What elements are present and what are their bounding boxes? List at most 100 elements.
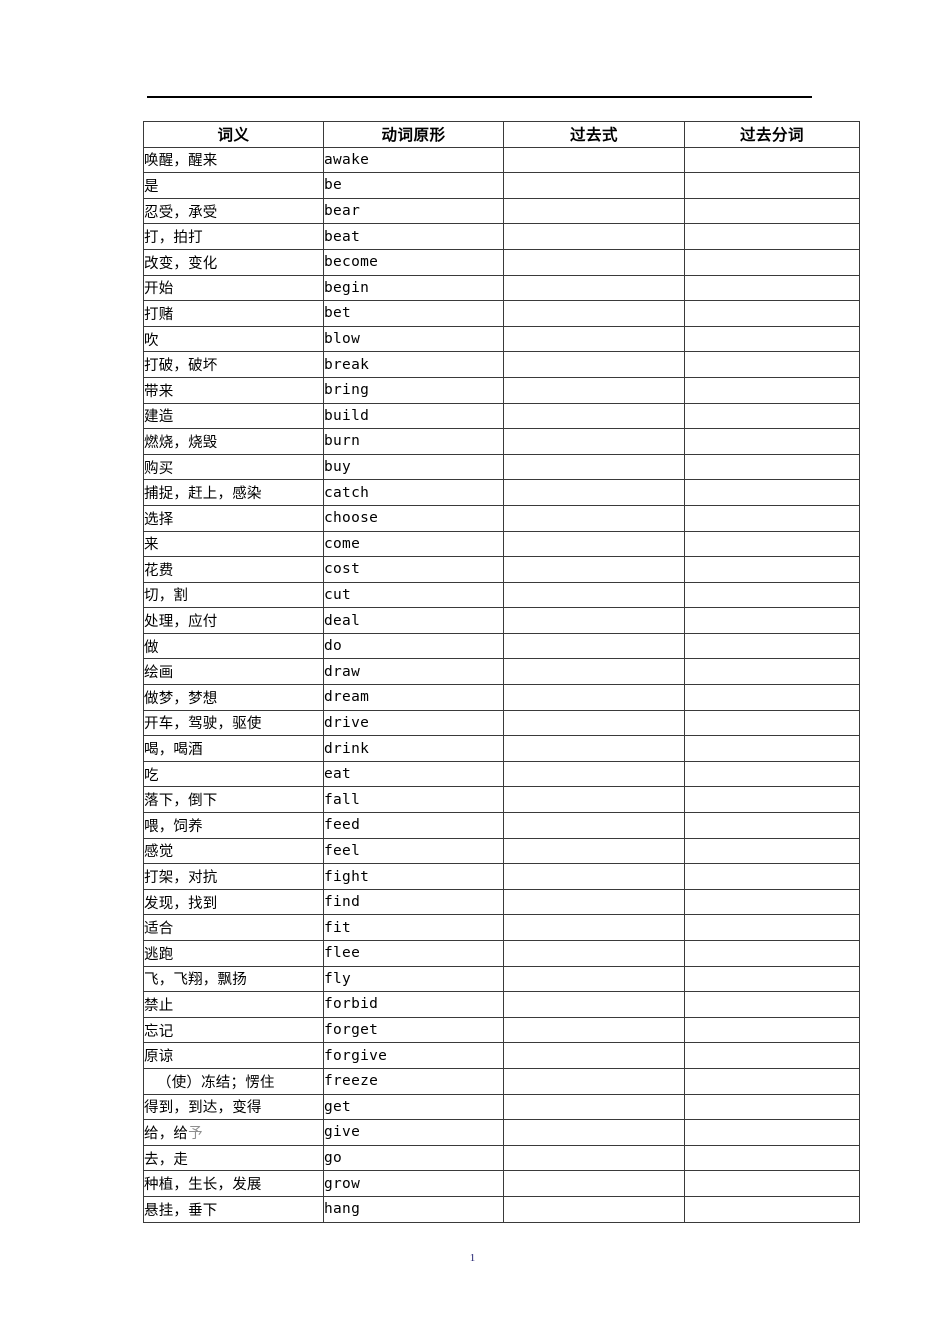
cell-past-participle-blank[interactable] bbox=[684, 991, 860, 1018]
cell-past-tense-blank[interactable] bbox=[503, 1195, 685, 1223]
table-row: 捕捉，赶上，感染 catch bbox=[143, 479, 860, 506]
cell-past-participle-blank[interactable] bbox=[684, 863, 860, 890]
cell-past-tense-blank[interactable] bbox=[503, 248, 685, 276]
cell-past-tense-blank[interactable] bbox=[503, 1170, 685, 1197]
cell-past-tense-blank[interactable] bbox=[503, 376, 685, 404]
cell-past-tense-blank[interactable] bbox=[503, 556, 685, 583]
cell-meaning: 原谅 bbox=[143, 1042, 324, 1069]
cell-past-participle-blank[interactable] bbox=[684, 223, 860, 250]
cell-past-participle-blank[interactable] bbox=[684, 1093, 860, 1121]
cell-past-tense-blank[interactable] bbox=[503, 479, 685, 506]
cell-past-participle-blank[interactable] bbox=[684, 1067, 860, 1095]
cell-past-participle-blank[interactable] bbox=[684, 965, 860, 993]
cell-past-participle-blank[interactable] bbox=[684, 530, 860, 558]
cell-past-tense-blank[interactable] bbox=[503, 1042, 685, 1069]
cell-past-tense-blank[interactable] bbox=[503, 453, 685, 481]
cell-past-participle-blank[interactable] bbox=[684, 1042, 860, 1069]
cell-past-participle-blank[interactable] bbox=[684, 786, 860, 814]
cell-past-tense-blank[interactable] bbox=[503, 709, 685, 737]
cell-past-participle-blank[interactable] bbox=[684, 453, 860, 481]
cell-past-participle-blank[interactable] bbox=[684, 1170, 860, 1197]
cell-past-tense-blank[interactable] bbox=[503, 530, 685, 558]
cell-past-participle-blank[interactable] bbox=[684, 658, 860, 686]
cell-past-tense-blank[interactable] bbox=[503, 812, 685, 839]
cell-past-tense-blank[interactable] bbox=[503, 351, 685, 378]
cell-past-tense-blank[interactable] bbox=[503, 786, 685, 814]
cell-past-tense-blank[interactable] bbox=[503, 402, 685, 430]
cell-past-participle-blank[interactable] bbox=[684, 504, 860, 532]
cell-past-participle-blank[interactable] bbox=[684, 760, 860, 788]
cell-past-tense-blank[interactable] bbox=[503, 581, 685, 609]
cell-past-tense-blank[interactable] bbox=[503, 965, 685, 993]
table-row: 打架，对抗 fight bbox=[143, 863, 860, 890]
table-row: 切，割 cut bbox=[143, 581, 860, 609]
cell-past-tense-blank[interactable] bbox=[503, 1144, 685, 1172]
cell-past-tense-blank[interactable] bbox=[503, 760, 685, 788]
cell-past-tense-blank[interactable] bbox=[503, 607, 685, 634]
cell-past-tense-blank[interactable] bbox=[503, 684, 685, 711]
cell-past-participle-blank[interactable] bbox=[684, 300, 860, 327]
cell-past-participle-blank[interactable] bbox=[684, 684, 860, 711]
cell-past-tense-blank[interactable] bbox=[503, 991, 685, 1018]
cell-past-participle-blank[interactable] bbox=[684, 1144, 860, 1172]
table-row: 花费 cost bbox=[143, 556, 860, 583]
cell-past-tense-blank[interactable] bbox=[503, 1093, 685, 1121]
table-row: 逃跑 flee bbox=[143, 940, 860, 967]
cell-past-participle-blank[interactable] bbox=[684, 709, 860, 737]
cell-past-tense-blank[interactable] bbox=[503, 1067, 685, 1095]
cell-past-participle-blank[interactable] bbox=[684, 1119, 860, 1146]
cell-past-participle-blank[interactable] bbox=[684, 351, 860, 378]
cell-past-tense-blank[interactable] bbox=[503, 1119, 685, 1146]
cell-past-tense-blank[interactable] bbox=[503, 300, 685, 327]
cell-past-participle-blank[interactable] bbox=[684, 632, 860, 660]
cell-past-participle-blank[interactable] bbox=[684, 402, 860, 430]
cell-past-tense-blank[interactable] bbox=[503, 197, 685, 225]
cell-past-participle-blank[interactable] bbox=[684, 197, 860, 225]
cell-past-participle-blank[interactable] bbox=[684, 376, 860, 404]
cell-past-tense-blank[interactable] bbox=[503, 632, 685, 660]
cell-past-participle-blank[interactable] bbox=[684, 581, 860, 609]
cell-past-participle-blank[interactable] bbox=[684, 146, 860, 174]
cell-past-tense-blank[interactable] bbox=[503, 223, 685, 250]
cell-base-form: be bbox=[323, 172, 504, 199]
cell-past-participle-blank[interactable] bbox=[684, 888, 860, 916]
cell-past-participle-blank[interactable] bbox=[684, 735, 860, 762]
cell-past-participle-blank[interactable] bbox=[684, 1016, 860, 1044]
cell-past-participle-blank[interactable] bbox=[684, 812, 860, 839]
table-row: 开车，驾驶，驱使 drive bbox=[143, 709, 860, 737]
cell-past-participle-blank[interactable] bbox=[684, 479, 860, 506]
cell-past-tense-blank[interactable] bbox=[503, 863, 685, 890]
cell-past-participle-blank[interactable] bbox=[684, 556, 860, 583]
cell-past-tense-blank[interactable] bbox=[503, 837, 685, 865]
column-header-past-tense: 过去式 bbox=[503, 121, 685, 148]
cell-past-participle-blank[interactable] bbox=[684, 914, 860, 941]
cell-past-tense-blank[interactable] bbox=[503, 914, 685, 941]
cell-past-participle-blank[interactable] bbox=[684, 428, 860, 455]
cell-past-tense-blank[interactable] bbox=[503, 940, 685, 967]
cell-base-form: awake bbox=[323, 146, 504, 174]
cell-base-form: deal bbox=[323, 607, 504, 634]
cell-meaning: 忍受，承受 bbox=[143, 197, 324, 225]
cell-past-tense-blank[interactable] bbox=[503, 428, 685, 455]
cell-past-participle-blank[interactable] bbox=[684, 325, 860, 353]
cell-past-participle-blank[interactable] bbox=[684, 607, 860, 634]
cell-past-participle-blank[interactable] bbox=[684, 172, 860, 199]
cell-past-tense-blank[interactable] bbox=[503, 274, 685, 302]
cell-base-form: fight bbox=[323, 863, 504, 890]
cell-base-form: give bbox=[323, 1119, 504, 1146]
table-row: 得到，到达，变得 get bbox=[143, 1093, 860, 1121]
cell-past-tense-blank[interactable] bbox=[503, 325, 685, 353]
cell-past-tense-blank[interactable] bbox=[503, 146, 685, 174]
cell-past-tense-blank[interactable] bbox=[503, 888, 685, 916]
cell-past-participle-blank[interactable] bbox=[684, 248, 860, 276]
cell-past-tense-blank[interactable] bbox=[503, 735, 685, 762]
cell-past-tense-blank[interactable] bbox=[503, 504, 685, 532]
cell-past-tense-blank[interactable] bbox=[503, 172, 685, 199]
cell-past-tense-blank[interactable] bbox=[503, 658, 685, 686]
cell-past-participle-blank[interactable] bbox=[684, 837, 860, 865]
cell-past-participle-blank[interactable] bbox=[684, 940, 860, 967]
cell-past-tense-blank[interactable] bbox=[503, 1016, 685, 1044]
cell-meaning: 带来 bbox=[143, 376, 324, 404]
cell-past-participle-blank[interactable] bbox=[684, 1195, 860, 1223]
cell-past-participle-blank[interactable] bbox=[684, 274, 860, 302]
